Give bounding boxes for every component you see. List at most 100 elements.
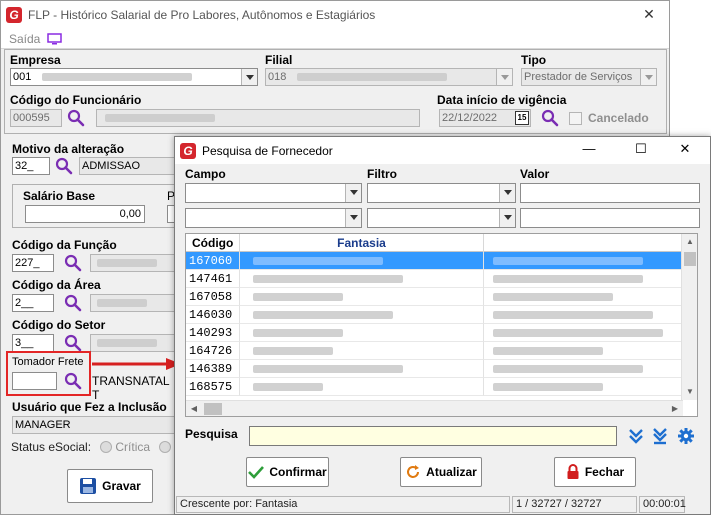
chevron-down-icon[interactable] xyxy=(499,184,515,202)
horizontal-scrollbar[interactable]: ◀ ▶ xyxy=(186,400,683,416)
menu-saida[interactable]: Saída xyxy=(9,32,40,46)
cell-razao xyxy=(484,342,683,360)
salario-field[interactable]: 0,00 xyxy=(25,205,145,223)
data-vigencia-field[interactable]: 22/12/2022 15 xyxy=(439,109,531,127)
chevron-down-icon[interactable] xyxy=(345,209,361,227)
app-logo-icon: G xyxy=(180,142,196,159)
radio-critica[interactable] xyxy=(100,441,113,453)
cancelado-checkbox[interactable] xyxy=(569,112,582,125)
scroll-thumb-h[interactable] xyxy=(204,403,222,415)
empresa-select[interactable]: 001 xyxy=(10,68,258,86)
motivo-code-value: 32_ xyxy=(15,160,34,172)
status-esocial-label: Status eSocial: xyxy=(11,440,92,454)
status-count: 1 / 32727 / 32727 xyxy=(512,496,637,513)
atualizar-button[interactable]: Atualizar xyxy=(400,457,482,487)
scroll-down-icon[interactable]: ▼ xyxy=(682,384,698,400)
chevron-down-icon[interactable] xyxy=(241,69,257,85)
filtro-select-2[interactable] xyxy=(367,208,516,228)
gear-icon[interactable] xyxy=(677,427,695,445)
valor-input-1[interactable] xyxy=(520,183,700,203)
chevron-down-icon[interactable] xyxy=(496,69,512,85)
campo-label: Campo xyxy=(185,167,226,181)
gravar-label: Gravar xyxy=(102,479,141,493)
close-icon[interactable]: ✕ xyxy=(641,6,657,22)
go-last-icon[interactable] xyxy=(651,427,669,445)
chevron-down-icon[interactable] xyxy=(345,184,361,202)
scroll-left-icon[interactable]: ◀ xyxy=(186,401,202,417)
filial-select[interactable]: 018 xyxy=(265,68,513,86)
codigo-funcao-field[interactable]: 227_ xyxy=(12,254,54,272)
table-row[interactable]: 167060 xyxy=(186,252,683,270)
col-codigo-header[interactable]: Código xyxy=(186,234,240,252)
table-row[interactable]: 164726 xyxy=(186,342,683,360)
tipo-select[interactable]: Prestador de Serviços xyxy=(521,68,657,86)
cell-codigo: 146389 xyxy=(186,360,240,378)
chevron-down-icon[interactable] xyxy=(640,69,656,85)
search-setor-icon[interactable] xyxy=(64,334,82,352)
codigo-setor-field[interactable]: 3__ xyxy=(12,334,54,352)
chevron-down-icon[interactable] xyxy=(499,209,515,227)
cell-razao xyxy=(484,378,683,396)
codigo-setor-value: 3__ xyxy=(15,337,34,349)
table-row[interactable]: 140293 xyxy=(186,324,683,342)
data-vigencia-value: 22/12/2022 xyxy=(442,112,498,124)
atualizar-label: Atualizar xyxy=(426,465,477,479)
calendar-icon[interactable]: 15 xyxy=(515,111,529,125)
codigo-setor-label: Código do Setor xyxy=(12,318,106,332)
campo-select-2[interactable] xyxy=(185,208,362,228)
table-row[interactable]: 168575 xyxy=(186,378,683,396)
gravar-button[interactable]: Gravar xyxy=(67,469,153,503)
codigo-funcionario-field[interactable]: 000595 xyxy=(10,109,62,127)
motivo-code-field[interactable]: 32_ xyxy=(12,157,50,175)
table-row[interactable]: 167058 xyxy=(186,288,683,306)
search-motivo-icon[interactable] xyxy=(55,157,73,175)
search-date-icon[interactable] xyxy=(541,109,559,127)
table-row[interactable]: 146389 xyxy=(186,360,683,378)
minimize-icon[interactable]: — xyxy=(579,141,599,159)
status-esocial: Status eSocial: Crítica Su xyxy=(11,440,189,454)
usuario-value: MANAGER xyxy=(15,419,71,431)
fantasia-redacted xyxy=(253,346,333,355)
funcao-desc-redacted xyxy=(97,259,157,268)
cell-codigo: 167060 xyxy=(186,252,240,270)
tomador-desc: TRANSNATAL T xyxy=(92,374,170,402)
pesquisa-input[interactable] xyxy=(249,426,617,446)
cell-fantasia xyxy=(240,324,484,342)
search-funcionario-icon[interactable] xyxy=(67,109,85,127)
col-fantasia-header[interactable]: Fantasia xyxy=(240,234,484,252)
app-logo-icon: G xyxy=(6,7,22,23)
salario-value: 0,00 xyxy=(119,208,141,220)
confirmar-button[interactable]: Confirmar xyxy=(246,457,329,487)
motivo-label: Motivo da alteração xyxy=(12,142,125,156)
filial-value: 018 xyxy=(268,71,287,83)
area-desc-redacted xyxy=(97,299,147,308)
fantasia-redacted xyxy=(253,274,403,283)
search-area-icon[interactable] xyxy=(64,294,82,312)
filtro-select-1[interactable] xyxy=(367,183,516,203)
radio-su[interactable] xyxy=(159,441,172,453)
codigo-area-field[interactable]: 2__ xyxy=(12,294,54,312)
expand-down-icon[interactable] xyxy=(627,427,645,445)
dialog-title: Pesquisa de Fornecedor xyxy=(202,143,333,158)
header-panel: Empresa 001 Filial 018 Tipo Prestador de… xyxy=(4,49,667,134)
cell-codigo: 140293 xyxy=(186,324,240,342)
fechar-button[interactable]: Fechar xyxy=(554,457,636,487)
maximize-icon[interactable]: ☐ xyxy=(631,141,651,159)
search-funcao-icon[interactable] xyxy=(64,254,82,272)
razao-redacted xyxy=(493,292,613,301)
cell-fantasia xyxy=(240,306,484,324)
close-icon[interactable]: ✕ xyxy=(675,141,695,159)
codigo-funcionario-label: Código do Funcionário xyxy=(10,93,142,107)
table-row[interactable]: 146030 xyxy=(186,306,683,324)
scroll-thumb-v[interactable] xyxy=(684,252,696,266)
tipo-label: Tipo xyxy=(521,53,547,67)
scroll-up-icon[interactable]: ▲ xyxy=(682,234,698,250)
monitor-icon[interactable] xyxy=(47,32,63,45)
campo-select-1[interactable] xyxy=(185,183,362,203)
valor-input-2[interactable] xyxy=(520,208,700,228)
table-row[interactable]: 147461 xyxy=(186,270,683,288)
razao-redacted xyxy=(493,346,603,355)
scroll-right-icon[interactable]: ▶ xyxy=(667,401,683,417)
vertical-scrollbar[interactable]: ▲ ▼ xyxy=(681,234,697,400)
motivo-desc-field: ADMISSAO xyxy=(79,157,179,175)
